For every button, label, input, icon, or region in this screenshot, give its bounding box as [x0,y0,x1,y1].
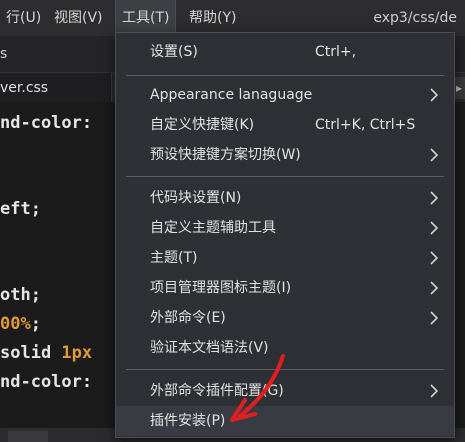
menu-item-validate-syntax[interactable]: 验证本文档语法(V) [116,333,454,363]
menu-item-settings[interactable]: 设置(S) Ctrl+, [116,37,454,67]
shortcut-label: Ctrl+, [315,44,357,60]
menu-edit-partial[interactable]: 行(U) [0,0,47,36]
code-line-4: 00%; [0,314,41,334]
menu-tools[interactable]: 工具(T) [115,0,177,36]
chevron-right-icon [430,281,439,295]
chevron-right-icon [430,251,439,265]
tools-menu-dropdown: 设置(S) Ctrl+, Appearance lanaguage 自定义快捷键… [115,32,455,438]
menu-item-external-commands[interactable]: 外部命令(E) [116,303,454,333]
menu-item-custom-shortcuts[interactable]: 自定义快捷键(K) Ctrl+K, Ctrl+S [116,110,454,140]
menu-item-preset-shortcut-scheme[interactable]: 预设快捷键方案切换(W) [116,140,454,170]
menubar: 行(U) 视图(V) 工具(T) 帮助(Y) exp3/css/de [0,0,465,36]
menu-separator [126,369,444,370]
window-title: exp3/css/de [373,10,457,26]
chevron-right-icon [430,88,439,102]
shortcut-label: Ctrl+K, Ctrl+S [315,117,416,133]
menu-item-appearance-language[interactable]: Appearance lanaguage [116,80,454,110]
chevron-right-icon [430,221,439,235]
menu-help[interactable]: 帮助(Y) [183,0,242,36]
code-line-1: nd-color: [0,113,93,133]
menu-item-install-plugin[interactable]: 插件安装(P) [116,406,454,436]
tab-label: ver.css [0,80,49,96]
toolbar-text: s [0,46,8,62]
menu-item-code-block-settings[interactable]: 代码块设置(N) [116,183,454,213]
menu-item-external-plugin-config[interactable]: 外部命令插件配置(G) [116,376,454,406]
code-line-6: nd-color: [0,372,93,392]
menu-separator [126,75,444,76]
bottom-tab[interactable] [8,431,48,442]
chevron-right-icon [430,311,439,325]
chevron-right-icon [430,384,439,398]
chevron-right-icon [430,148,439,162]
chevron-right-icon [430,191,439,205]
code-line-5: solid 1px [0,343,93,363]
menu-item-theme[interactable]: 主题(T) [116,243,454,273]
code-line-2: eft; [0,199,41,219]
code-line-3: oth; [0,285,41,305]
menu-item-project-icon-theme[interactable]: 项目管理器图标主题(I) [116,273,454,303]
menu-view[interactable]: 视图(V) [48,0,109,36]
menu-separator [126,176,444,177]
menu-item-custom-theme-helper[interactable]: 自定义主题辅助工具 [116,213,454,243]
tab-active-file[interactable]: ver.css [0,73,112,103]
